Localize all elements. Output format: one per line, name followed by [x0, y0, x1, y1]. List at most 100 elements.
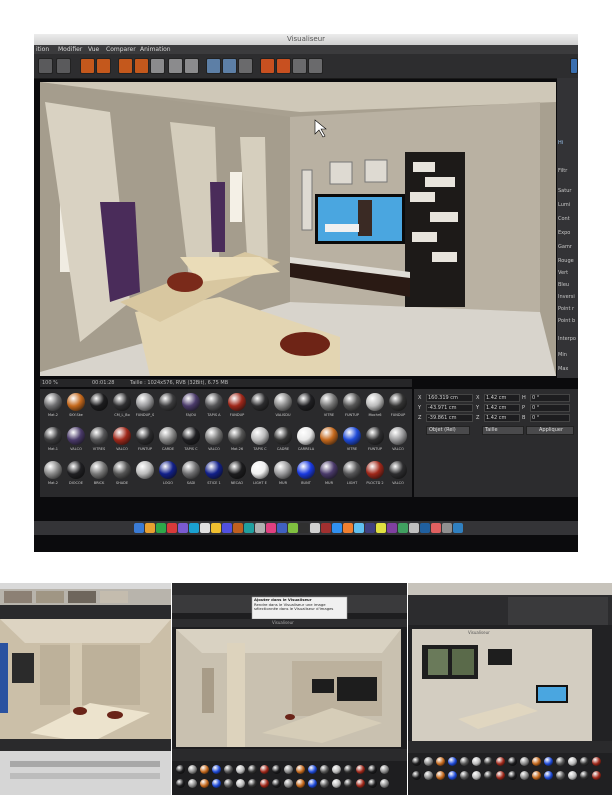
material-swatch[interactable] [592, 757, 601, 766]
material-swatch[interactable] [205, 393, 223, 411]
material-swatch[interactable] [67, 461, 85, 479]
dock-app-icon[interactable] [288, 523, 298, 533]
material-swatch[interactable] [308, 779, 317, 788]
material-swatch[interactable] [544, 771, 553, 780]
dock-app-icon[interactable] [277, 523, 287, 533]
dock-app-icon[interactable] [431, 523, 441, 533]
render-icon[interactable] [80, 58, 95, 74]
material-swatch[interactable] [188, 765, 197, 774]
material-swatch[interactable] [67, 427, 85, 445]
material-swatch[interactable] [320, 393, 338, 411]
layer-icon[interactable] [206, 58, 221, 74]
material-swatch[interactable] [224, 765, 233, 774]
material-swatch[interactable] [113, 393, 131, 411]
zoom-level[interactable]: 100 % [42, 379, 58, 387]
material-swatch[interactable] [332, 779, 341, 788]
render-region-icon[interactable] [96, 58, 111, 74]
material-swatch[interactable] [228, 393, 246, 411]
material-swatch[interactable] [251, 461, 269, 479]
material-swatch[interactable] [366, 427, 384, 445]
material-swatch[interactable] [248, 779, 257, 788]
material-swatch[interactable] [200, 765, 209, 774]
material-swatch[interactable] [496, 757, 505, 766]
material-swatch[interactable] [182, 427, 200, 445]
dock-app-icon[interactable] [409, 523, 419, 533]
material-swatch[interactable] [568, 757, 577, 766]
material-swatch[interactable] [484, 757, 493, 766]
dock-app-icon[interactable] [134, 523, 144, 533]
material-swatch[interactable] [436, 757, 445, 766]
material-swatch[interactable] [251, 427, 269, 445]
dock-app-icon[interactable] [387, 523, 397, 533]
grid-icon[interactable] [308, 58, 323, 74]
material-swatch[interactable] [344, 779, 353, 788]
material-swatch[interactable] [366, 461, 384, 479]
position-y-field[interactable]: -43.971 cm [426, 404, 473, 412]
dock-app-icon[interactable] [299, 523, 309, 533]
material-swatch[interactable] [205, 427, 223, 445]
material-swatch[interactable] [251, 393, 269, 411]
save-icon[interactable] [38, 58, 53, 74]
dock-app-icon[interactable] [376, 523, 386, 533]
rot-p-field[interactable]: 0 ° [530, 404, 570, 412]
material-swatch[interactable] [90, 461, 108, 479]
material-swatch[interactable] [67, 393, 85, 411]
dock-app-icon[interactable] [255, 523, 265, 533]
material-swatch[interactable] [389, 393, 407, 411]
material-swatch[interactable] [136, 461, 154, 479]
material-swatch[interactable] [113, 461, 131, 479]
material-swatch[interactable] [424, 757, 433, 766]
render-active-icon[interactable] [134, 58, 149, 74]
compare-a-icon[interactable] [260, 58, 275, 74]
material-swatch[interactable] [380, 779, 389, 788]
dock-app-icon[interactable] [244, 523, 254, 533]
position-z-field[interactable]: -39.861 cm [426, 414, 473, 422]
material-swatch[interactable] [274, 461, 292, 479]
material-swatch[interactable] [90, 427, 108, 445]
dock-app-icon[interactable] [156, 523, 166, 533]
dock-app-icon[interactable] [332, 523, 342, 533]
menu-edition[interactable]: ition [36, 45, 49, 54]
dock-app-icon[interactable] [233, 523, 243, 533]
material-swatch[interactable] [496, 771, 505, 780]
material-swatch[interactable] [368, 765, 377, 774]
material-swatch[interactable] [436, 771, 445, 780]
split-icon[interactable] [238, 58, 253, 74]
coordinate-mode-select[interactable]: Objet (Rel) [426, 426, 470, 435]
dock-app-icon[interactable] [178, 523, 188, 533]
size-x-field[interactable]: 1.42 cm [484, 394, 520, 402]
material-swatch[interactable] [296, 765, 305, 774]
material-swatch[interactable] [568, 771, 577, 780]
material-swatch[interactable] [320, 779, 329, 788]
material-swatch[interactable] [460, 757, 469, 766]
dock-app-icon[interactable] [321, 523, 331, 533]
material-swatch[interactable] [159, 427, 177, 445]
material-swatch[interactable] [296, 779, 305, 788]
dock-app-icon[interactable] [167, 523, 177, 533]
material-swatch[interactable] [520, 771, 529, 780]
dock-app-icon[interactable] [354, 523, 364, 533]
material-swatch[interactable] [228, 427, 246, 445]
material-swatch[interactable] [236, 779, 245, 788]
material-swatch[interactable] [224, 779, 233, 788]
material-swatch[interactable] [508, 757, 517, 766]
material-swatch[interactable] [344, 765, 353, 774]
material-swatch[interactable] [274, 393, 292, 411]
size-mode-select[interactable]: Taille [482, 426, 524, 435]
material-swatch[interactable] [260, 779, 269, 788]
size-y-field[interactable]: 1.42 cm [484, 404, 520, 412]
compare-b-icon[interactable] [276, 58, 291, 74]
dock-app-icon[interactable] [145, 523, 155, 533]
material-swatch[interactable] [200, 779, 209, 788]
material-swatch[interactable] [272, 779, 281, 788]
material-swatch[interactable] [176, 779, 185, 788]
dock-app-icon[interactable] [365, 523, 375, 533]
dock-app-icon[interactable] [200, 523, 210, 533]
material-swatch[interactable] [356, 779, 365, 788]
material-swatch[interactable] [580, 771, 589, 780]
material-swatch[interactable] [297, 393, 315, 411]
menu-animation[interactable]: Animation [140, 45, 171, 54]
dock-app-icon[interactable] [453, 523, 463, 533]
menu-comparer[interactable]: Comparer [106, 45, 136, 54]
panel-toggle-icon[interactable] [570, 58, 578, 74]
